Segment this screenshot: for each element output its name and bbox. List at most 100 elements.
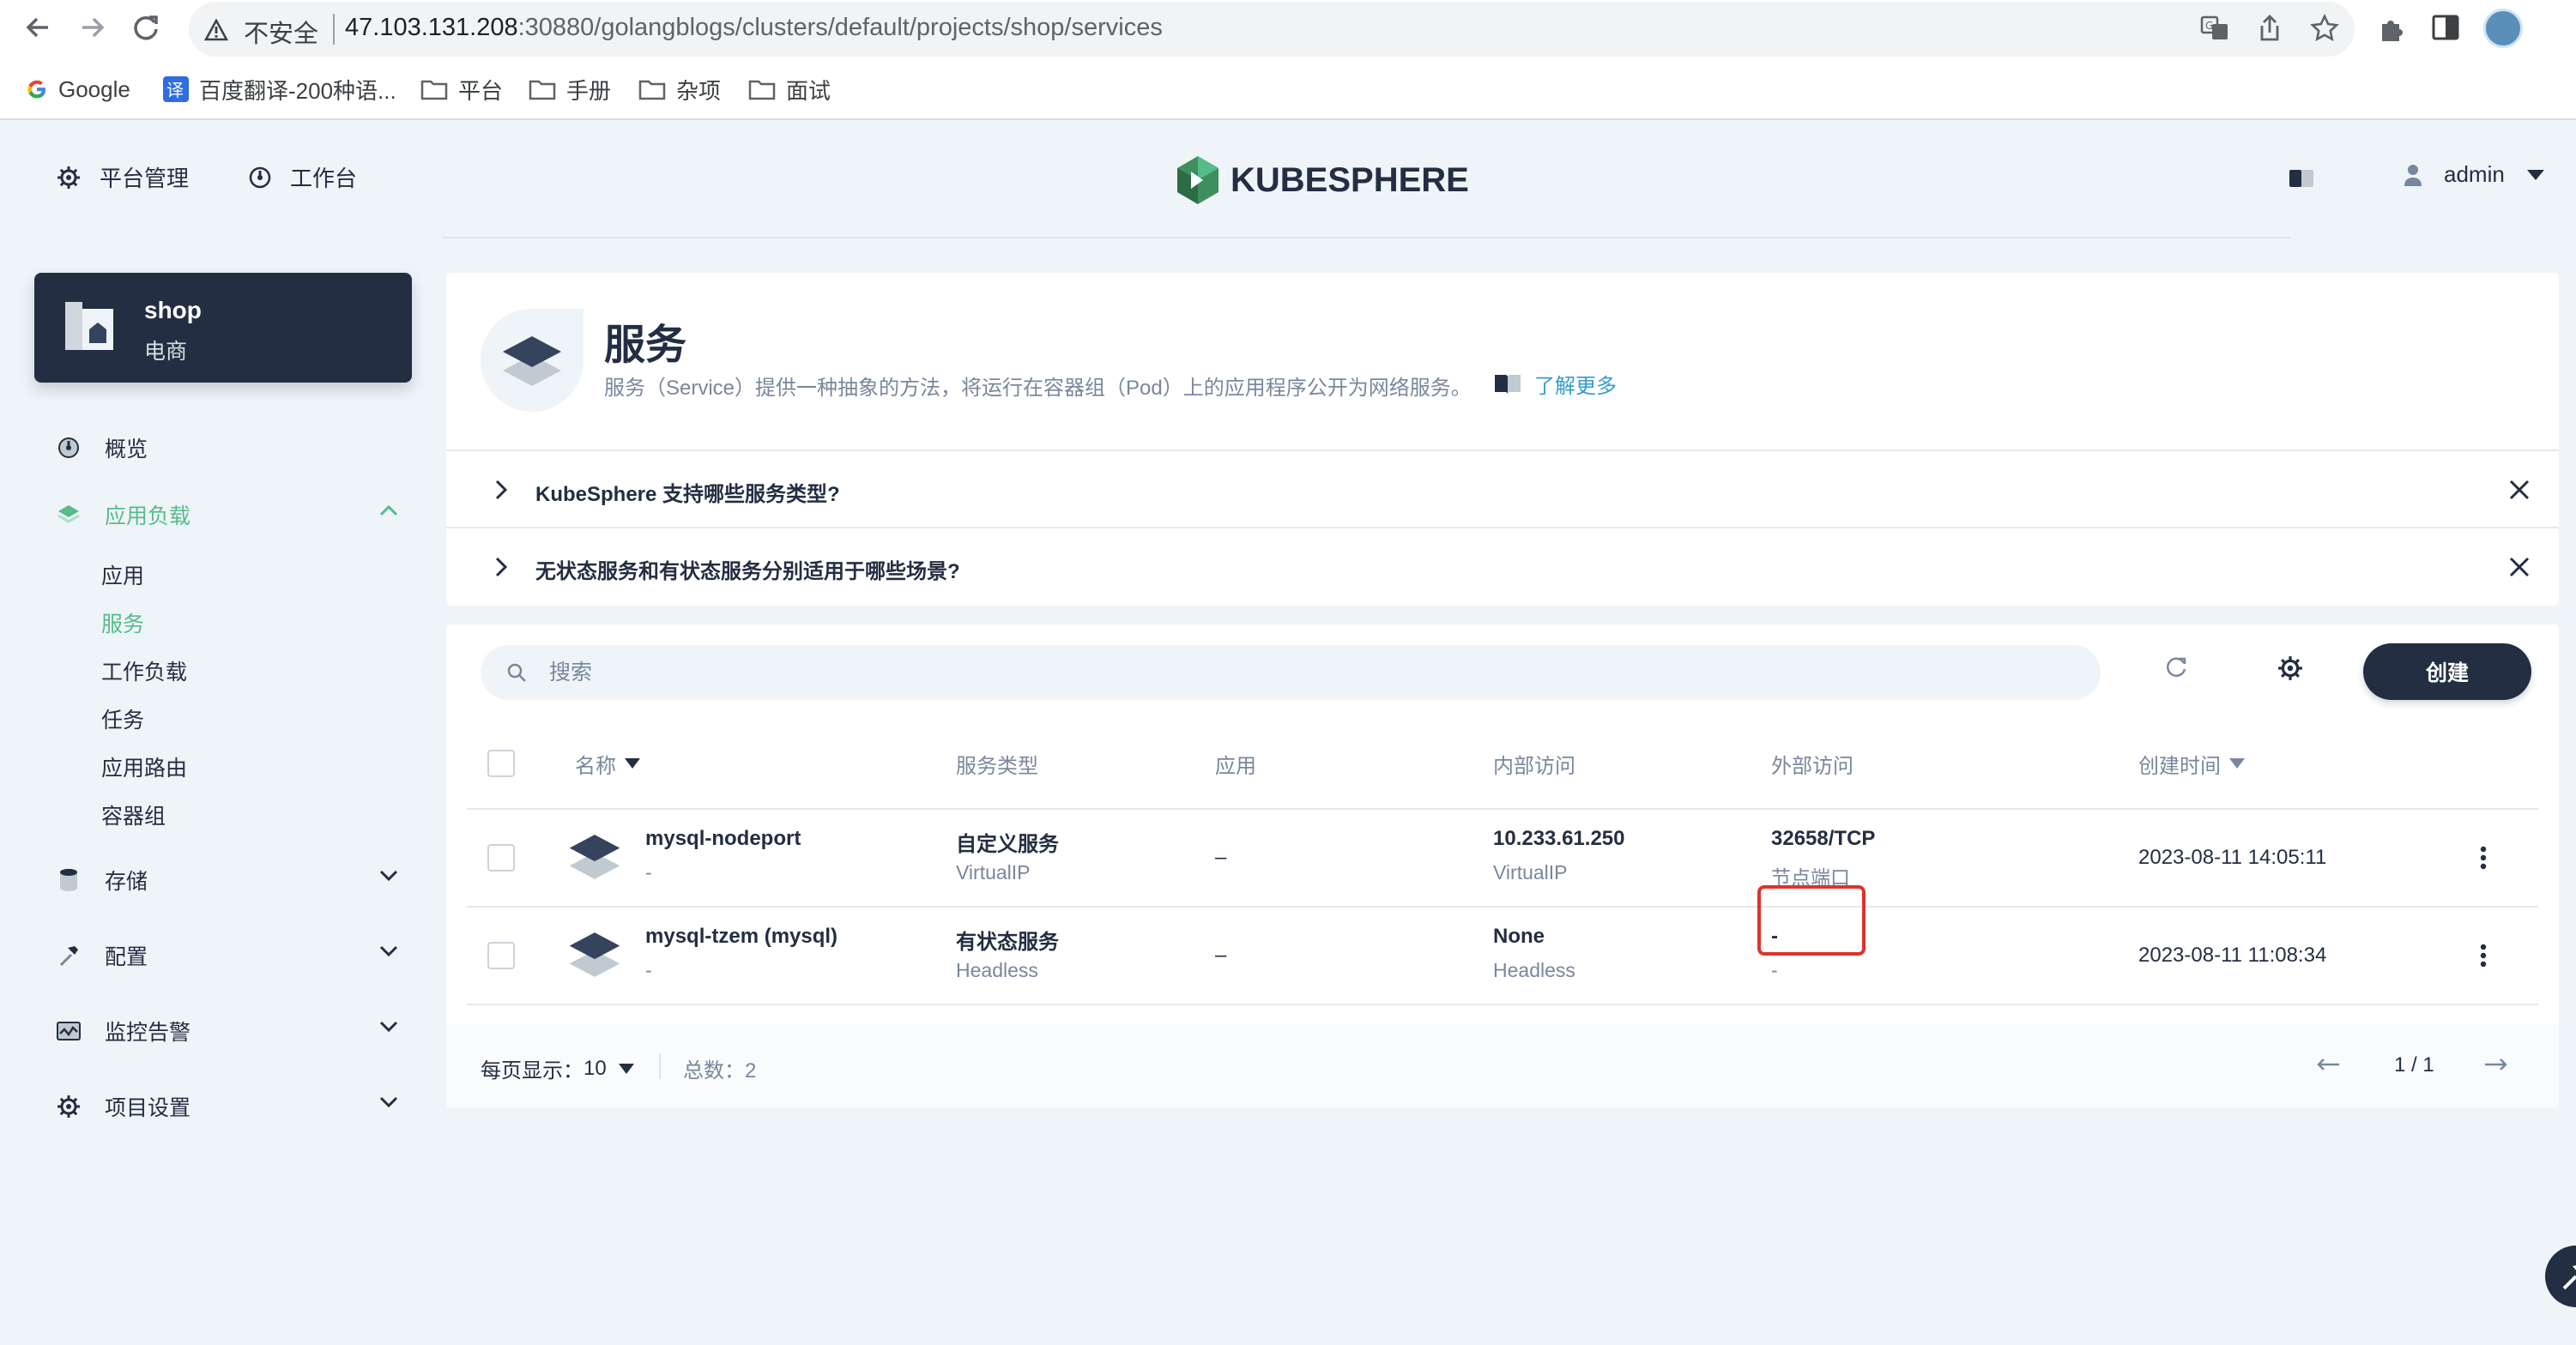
url-text[interactable]: 47.103.131.208:30880/golangblogs/cluster… [345, 14, 1163, 42]
reload-icon[interactable] [130, 12, 161, 43]
bookmark-baidu-translate[interactable]: 译 百度翻译-200种语... [163, 70, 396, 108]
caret-down-icon [618, 1063, 634, 1074]
sidebar-sub-routes[interactable]: 应用路由 [101, 750, 187, 784]
table-row[interactable]: mysql-nodeport - 自定义服务 VirtualIP – 10.23… [467, 808, 2538, 906]
bookmark-folder-misc[interactable]: 杂项 [638, 70, 721, 108]
prev-page-arrow-icon[interactable] [2315, 1057, 2341, 1072]
bookmark-folder-platform[interactable]: 平台 [420, 70, 503, 108]
bookmark-label: 平台 [458, 77, 504, 104]
services-list-card: 创建 名称 服务类型 应用 内部访问 外部访问 创建时间 mysql-nodep… [446, 624, 2559, 1108]
table-row[interactable]: mysql-tzem (mysql) - 有状态服务 Headless – No… [467, 906, 2538, 1004]
address-bar[interactable]: 不安全 47.103.131.208:30880/golangblogs/clu… [189, 2, 2355, 57]
sidebar-sub-jobs[interactable]: 任务 [101, 702, 144, 736]
service-name[interactable]: mysql-tzem (mysql) [645, 925, 838, 949]
not-secure-label: 不安全 [244, 21, 319, 48]
faq-item-service-types[interactable]: KubeSphere 支持哪些服务类型? [446, 449, 2559, 527]
platform-management-link[interactable]: 平台管理 [57, 161, 189, 193]
page-size-value: 10 [584, 1056, 607, 1080]
search-box[interactable] [481, 645, 2101, 700]
sidebar-sub-apps[interactable]: 应用 [101, 558, 144, 592]
forward-icon[interactable] [77, 12, 108, 43]
sidebar-item-monitoring[interactable]: 监控告警 [55, 1012, 398, 1050]
username: admin [2444, 161, 2505, 187]
header-divider [443, 237, 2291, 238]
dashboard-icon [55, 437, 82, 459]
bookmark-google[interactable]: Google [26, 70, 130, 108]
chevron-down-icon [379, 1021, 398, 1033]
folder-icon [420, 78, 448, 100]
sidebar-item-label: 监控告警 [105, 1021, 191, 1045]
row-checkbox[interactable] [487, 844, 515, 872]
sidebar-sub-workloads[interactable]: 工作负载 [101, 654, 187, 688]
row-checkbox[interactable] [487, 942, 515, 969]
back-icon[interactable] [22, 12, 53, 43]
sidebar-item-workloads[interactable]: 应用负载 [55, 496, 398, 534]
service-icon [503, 336, 561, 386]
project-name: shop [144, 297, 202, 323]
create-button[interactable]: 创建 [2363, 643, 2531, 700]
refresh-icon[interactable] [2164, 655, 2188, 679]
select-all-checkbox[interactable] [487, 750, 515, 777]
total-label: 总数： [683, 1059, 745, 1083]
svg-text:G: G [2205, 20, 2213, 32]
sidebar-sub-pods[interactable]: 容器组 [101, 798, 166, 832]
workbench-link[interactable]: 工作台 [249, 161, 357, 193]
bookmark-star-icon[interactable] [2310, 14, 2339, 43]
service-type: 自定义服务 [956, 833, 1059, 856]
sidebar-item-storage[interactable]: 存储 [55, 861, 398, 899]
theme-toggle-icon[interactable] [2289, 170, 2313, 187]
column-header-created[interactable]: 创建时间 [2138, 717, 2245, 810]
page-size-label: 每页显示： [481, 1059, 584, 1083]
sidebar-item-project-settings[interactable]: 项目设置 [55, 1088, 398, 1125]
column-header-name[interactable]: 名称 [575, 717, 640, 810]
sidebar-item-config[interactable]: 配置 [55, 937, 398, 974]
search-icon [506, 662, 527, 683]
translate-page-icon[interactable]: G [2200, 14, 2229, 43]
warning-icon [204, 19, 228, 41]
bookmarks-bar: Google 译 百度翻译-200种语... 平台 手册 杂项 面试 [0, 70, 2576, 108]
external-access: 32658/TCP [1771, 827, 1876, 850]
faq-item-stateless-stateful[interactable]: 无状态服务和有状态服务分别适用于哪些场景? [446, 527, 2559, 604]
chevron-down-icon [379, 870, 398, 882]
browser-chrome: 不安全 47.103.131.208:30880/golangblogs/clu… [0, 0, 2576, 120]
project-card[interactable]: shop 电商 [34, 273, 412, 383]
learn-more-link[interactable]: 了解更多 [1493, 369, 1617, 399]
list-toolbar: 创建 [446, 624, 2559, 717]
database-icon [55, 868, 82, 892]
floating-tools-button[interactable] [2545, 1245, 2576, 1307]
services-badge [481, 309, 584, 412]
page-size-select[interactable]: 每页显示： 10 [481, 1053, 634, 1083]
external-access-sub: - [1771, 959, 1778, 981]
bookmark-label: 百度翻译-200种语... [199, 77, 396, 104]
layers-icon [55, 504, 82, 526]
kubesphere-logo[interactable]: KUBESPHERE [1174, 154, 1469, 206]
service-name[interactable]: mysql-nodeport [645, 827, 801, 851]
side-panel-icon[interactable] [2432, 14, 2459, 41]
project-alias: 电商 [144, 340, 188, 364]
sort-caret-icon [2229, 758, 2245, 769]
bookmark-folder-manual[interactable]: 手册 [529, 70, 611, 108]
more-actions-icon[interactable] [2480, 944, 2487, 968]
close-icon[interactable] [2509, 479, 2530, 500]
chevron-down-icon [379, 1096, 398, 1108]
internal-access-sub: VirtualIP [1493, 861, 1568, 884]
gear-icon [57, 166, 81, 190]
url-host: 47.103.131.208 [345, 14, 518, 41]
page-indicator: 1 / 1 [2394, 1053, 2434, 1077]
chevron-right-icon [494, 479, 508, 500]
more-actions-icon[interactable] [2480, 846, 2487, 870]
user-menu[interactable]: admin [2403, 161, 2544, 188]
search-input[interactable] [549, 645, 2077, 700]
profile-avatar[interactable] [2483, 9, 2523, 48]
settings-gear-icon[interactable] [2277, 655, 2303, 681]
next-page-arrow-icon[interactable] [2483, 1057, 2509, 1072]
extensions-icon[interactable] [2377, 14, 2406, 43]
close-icon[interactable] [2509, 557, 2530, 577]
bookmark-folder-interview[interactable]: 面试 [748, 70, 831, 108]
service-icon [568, 928, 621, 981]
folder-icon [748, 78, 776, 100]
sidebar-sub-services[interactable]: 服务 [101, 606, 144, 640]
total-value: 2 [745, 1059, 757, 1083]
sidebar-item-overview[interactable]: 概览 [55, 429, 398, 467]
share-icon[interactable] [2257, 14, 2283, 43]
